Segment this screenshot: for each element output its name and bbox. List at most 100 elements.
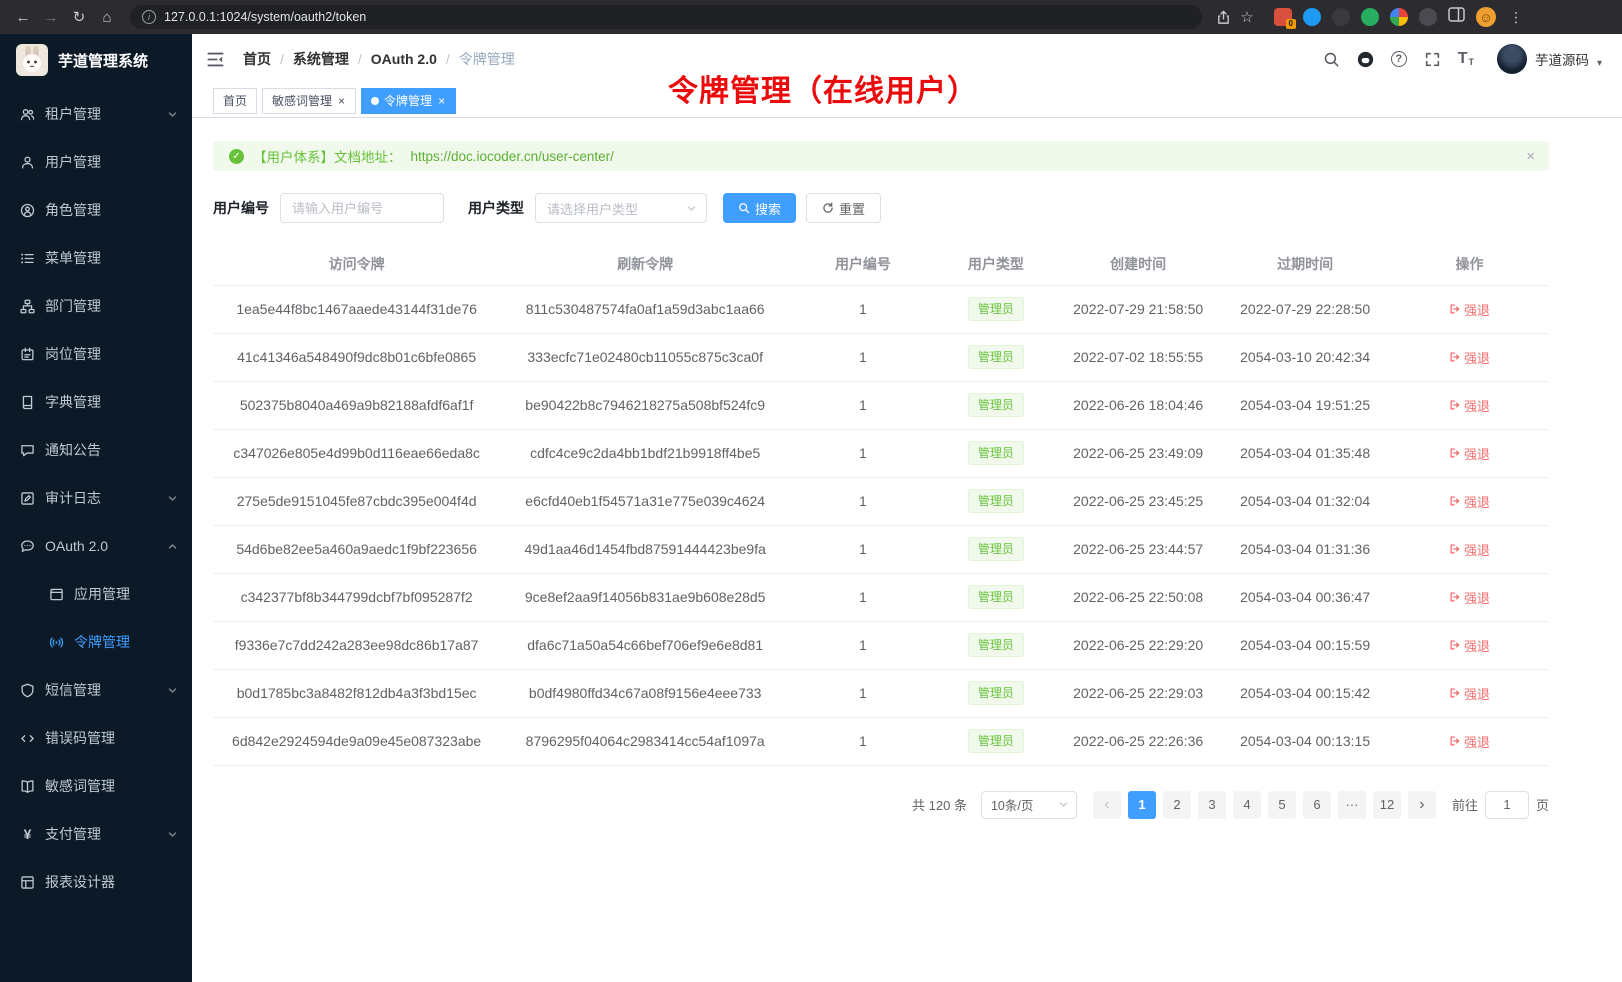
extension-icon[interactable] bbox=[1419, 8, 1437, 26]
help-icon[interactable]: ? bbox=[1391, 51, 1407, 67]
breadcrumb-item-system[interactable]: 系统管理 bbox=[293, 49, 349, 69]
extension-icon[interactable] bbox=[1332, 8, 1350, 26]
sidebar-item-post[interactable]: 岗位管理 bbox=[0, 330, 192, 378]
close-icon[interactable]: × bbox=[337, 94, 346, 108]
extension-badge: 0 bbox=[1286, 19, 1296, 29]
user-menu[interactable]: 芋道源码 ▾ bbox=[1497, 44, 1602, 74]
sidebar-item-label: 敏感词管理 bbox=[45, 776, 115, 796]
user-type-cell: 管理员 bbox=[936, 477, 1056, 525]
goto-page-input[interactable] bbox=[1485, 791, 1529, 819]
browser-profile-avatar[interactable]: ☺ bbox=[1476, 7, 1496, 27]
pager: ‹ 1 2 3 4 5 6 ··· 12 › bbox=[1093, 791, 1436, 819]
browser-back-icon[interactable]: ← bbox=[10, 4, 36, 30]
prev-page-button[interactable]: ‹ bbox=[1093, 791, 1121, 819]
search-button[interactable]: 搜索 bbox=[723, 193, 796, 223]
browser-menu-icon[interactable]: ⋮ bbox=[1509, 9, 1523, 26]
page-button-4[interactable]: 4 bbox=[1233, 791, 1261, 819]
app-logo-row[interactable]: 芋道管理系统 bbox=[0, 34, 192, 86]
github-icon[interactable] bbox=[1357, 51, 1374, 68]
share-icon[interactable] bbox=[1212, 6, 1234, 28]
user-type-badge: 管理员 bbox=[968, 393, 1024, 417]
sidebar-item-notice[interactable]: 通知公告 bbox=[0, 426, 192, 474]
extension-icon[interactable]: 0 bbox=[1274, 8, 1292, 26]
sidebar-item-report-designer[interactable]: 报表设计器 bbox=[0, 858, 192, 906]
tab-home[interactable]: 首页 bbox=[213, 88, 257, 114]
font-size-icon[interactable]: TT bbox=[1458, 51, 1474, 67]
app-window-icon bbox=[49, 587, 64, 602]
browser-home-icon[interactable]: ⌂ bbox=[94, 4, 120, 30]
page-button-3[interactable]: 3 bbox=[1198, 791, 1226, 819]
force-logout-button[interactable]: 强退 bbox=[1449, 588, 1490, 607]
site-info-icon[interactable]: i bbox=[142, 10, 156, 24]
force-logout-button[interactable]: 强退 bbox=[1449, 300, 1490, 319]
sidebar-item-menu[interactable]: 菜单管理 bbox=[0, 234, 192, 282]
goto-label: 前往 bbox=[1452, 795, 1478, 814]
sidebar-item-role[interactable]: 角色管理 bbox=[0, 186, 192, 234]
page-button-2[interactable]: 2 bbox=[1163, 791, 1191, 819]
sidebar-item-tenant[interactable]: 租户管理 bbox=[0, 90, 192, 138]
sidebar-fold-icon[interactable] bbox=[206, 50, 225, 69]
page-button-5[interactable]: 5 bbox=[1268, 791, 1296, 819]
user-type-select[interactable]: 请选择用户类型 bbox=[535, 193, 707, 223]
access-token-cell: c347026e805e4d99b0d116eae66eda8c bbox=[213, 429, 500, 477]
address-bar[interactable]: i 127.0.0.1:1024/system/oauth2/token bbox=[130, 5, 1202, 29]
browser-forward-icon[interactable]: → bbox=[38, 4, 64, 30]
browser-sidepanel-icon[interactable] bbox=[1448, 7, 1465, 27]
sidebar-item-dict[interactable]: 字典管理 bbox=[0, 378, 192, 426]
page-more-button[interactable]: ··· bbox=[1338, 791, 1366, 819]
close-icon[interactable]: × bbox=[437, 94, 446, 108]
breadcrumb-item-oauth[interactable]: OAuth 2.0 bbox=[371, 51, 437, 67]
sidebar-item-oauth[interactable]: OAuth 2.0 bbox=[0, 522, 192, 570]
sidebar-item-label: 部门管理 bbox=[45, 296, 101, 316]
access-token-cell: 6d842e2924594de9a09e45e087323abe bbox=[213, 717, 500, 765]
sidebar-item-label: 审计日志 bbox=[45, 488, 101, 508]
sidebar-item-sms[interactable]: 短信管理 bbox=[0, 666, 192, 714]
extension-icon[interactable] bbox=[1390, 8, 1408, 26]
user-id-cell: 1 bbox=[790, 621, 936, 669]
table-header-row: 访问令牌 刷新令牌 用户编号 用户类型 创建时间 过期时间 操作 bbox=[213, 244, 1549, 285]
browser-reload-icon[interactable]: ↻ bbox=[66, 4, 92, 30]
sidebar-item-token-management[interactable]: 令牌管理 bbox=[0, 618, 192, 666]
alert-doc-link[interactable]: https://doc.iocoder.cn/user-center/ bbox=[411, 149, 614, 164]
page-button-12[interactable]: 12 bbox=[1373, 791, 1401, 819]
user-type-label: 用户类型 bbox=[468, 198, 524, 218]
force-logout-button[interactable]: 强退 bbox=[1449, 444, 1490, 463]
user-id-input[interactable] bbox=[280, 193, 444, 223]
sidebar-item-oauth-app[interactable]: 应用管理 bbox=[0, 570, 192, 618]
force-logout-button[interactable]: 强退 bbox=[1449, 732, 1490, 751]
sidebar-item-label: 应用管理 bbox=[74, 584, 130, 604]
created-time-cell: 2022-06-25 23:45:25 bbox=[1056, 477, 1220, 525]
extension-icon[interactable] bbox=[1361, 8, 1379, 26]
force-logout-button[interactable]: 强退 bbox=[1449, 636, 1490, 655]
search-icon[interactable] bbox=[1323, 51, 1340, 68]
expire-time-cell: 2054-03-04 00:13:15 bbox=[1220, 717, 1390, 765]
breadcrumb-item-home[interactable]: 首页 bbox=[243, 49, 271, 69]
sidebar-item-department[interactable]: 部门管理 bbox=[0, 282, 192, 330]
page-size-select[interactable]: 10条/页 bbox=[981, 791, 1077, 819]
tab-sensitive-words[interactable]: 敏感词管理 × bbox=[262, 88, 356, 114]
sidebar-item-error-code[interactable]: 错误码管理 bbox=[0, 714, 192, 762]
tab-label: 令牌管理 bbox=[384, 92, 432, 109]
sidebar-item-sensitive-words[interactable]: 敏感词管理 bbox=[0, 762, 192, 810]
refresh-token-cell: e6cfd40eb1f54571a31e775e039c4624 bbox=[500, 477, 790, 525]
tab-token-management[interactable]: 令牌管理 × bbox=[361, 88, 456, 114]
extension-icon[interactable] bbox=[1303, 8, 1321, 26]
action-cell: 强退 bbox=[1390, 717, 1549, 765]
page-button-1[interactable]: 1 bbox=[1128, 791, 1156, 819]
force-logout-button[interactable]: 强退 bbox=[1449, 540, 1490, 559]
sidebar-item-user[interactable]: 用户管理 bbox=[0, 138, 192, 186]
fullscreen-icon[interactable] bbox=[1424, 51, 1441, 68]
sidebar-item-audit-log[interactable]: 审计日志 bbox=[0, 474, 192, 522]
sidebar-item-payment[interactable]: ¥ 支付管理 bbox=[0, 810, 192, 858]
force-logout-button[interactable]: 强退 bbox=[1449, 348, 1490, 367]
page-button-6[interactable]: 6 bbox=[1303, 791, 1331, 819]
user-id-cell: 1 bbox=[790, 717, 936, 765]
reset-button[interactable]: 重置 bbox=[806, 193, 881, 223]
force-logout-button[interactable]: 强退 bbox=[1449, 492, 1490, 511]
next-page-button[interactable]: › bbox=[1408, 791, 1436, 819]
user-id-cell: 1 bbox=[790, 333, 936, 381]
close-icon[interactable]: × bbox=[1526, 148, 1535, 165]
bookmark-star-icon[interactable]: ☆ bbox=[1236, 6, 1258, 28]
force-logout-button[interactable]: 强退 bbox=[1449, 396, 1490, 415]
force-logout-button[interactable]: 强退 bbox=[1449, 684, 1490, 703]
